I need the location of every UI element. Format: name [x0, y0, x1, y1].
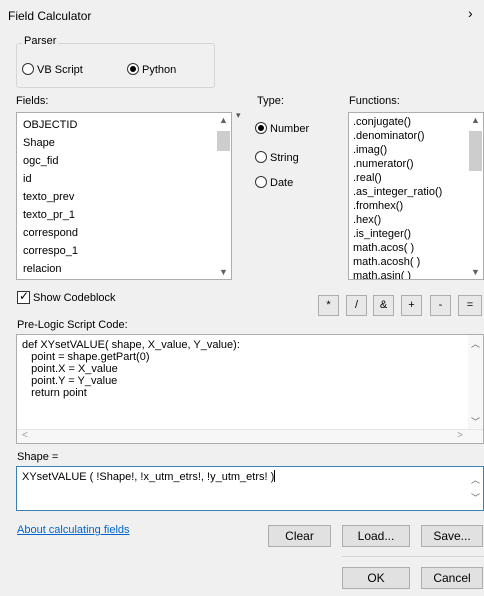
functions-list[interactable]: .conjugate() .denominator() .imag() .numera…	[348, 112, 484, 280]
code-line: point.X = X_value	[22, 363, 118, 375]
function-item[interactable]: math.acosh( )	[349, 255, 483, 269]
scroll-up-icon[interactable]: ︿	[468, 337, 483, 350]
radio-icon	[255, 151, 267, 163]
about-calculating-fields-link[interactable]: About calculating fields	[17, 524, 130, 536]
scroll-down-icon[interactable]: ﹀	[468, 415, 483, 428]
function-item[interactable]: .numerator()	[349, 157, 483, 171]
code-vscroll[interactable]: ︿ ﹀	[468, 335, 483, 430]
cancel-button[interactable]: Cancel	[421, 567, 483, 589]
checkbox-checked-icon	[17, 289, 30, 304]
function-item[interactable]: .conjugate()	[349, 115, 483, 129]
expression-text: XYsetVALUE ( !Shape!, !x_utm_etrs!, !y_u…	[22, 471, 275, 483]
field-item[interactable]: OBJECTID	[17, 116, 231, 134]
functions-scrollbar[interactable]: ▲ ▼	[468, 113, 483, 279]
code-line: point.Y = Y_value	[22, 375, 118, 387]
type-number-label: Number	[270, 123, 310, 135]
function-item[interactable]: .as_integer_ratio()	[349, 185, 483, 199]
field-item[interactable]: texto_pr_1	[17, 206, 231, 224]
parser-vbscript-radio[interactable]: VB Script	[22, 63, 83, 76]
show-codeblock-label: Show Codeblock	[33, 292, 116, 304]
function-item[interactable]: .denominator()	[349, 129, 483, 143]
scroll-down-icon[interactable]: ﹀	[468, 491, 483, 504]
field-item[interactable]: id	[17, 170, 231, 188]
scroll-left-icon[interactable]: <	[22, 430, 28, 441]
clear-button[interactable]: Clear	[268, 525, 331, 547]
equals-button[interactable]: =	[458, 295, 482, 316]
prelogic-label: Pre-Logic Script Code:	[17, 319, 128, 331]
code-line: point = shape.getPart(0)	[22, 351, 150, 363]
field-item[interactable]: relacion	[17, 260, 231, 278]
function-item[interactable]: math.asin( )	[349, 269, 483, 279]
parser-python-label: Python	[142, 64, 177, 76]
function-item[interactable]: .real()	[349, 171, 483, 185]
parser-python-radio[interactable]: Python	[127, 63, 176, 76]
scroll-thumb[interactable]	[217, 131, 230, 151]
code-hscroll[interactable]: < >	[17, 429, 483, 443]
plus-button[interactable]: +	[401, 295, 422, 316]
type-string-radio[interactable]: String	[255, 151, 299, 164]
type-label: Type:	[257, 95, 284, 107]
ampersand-button[interactable]: &	[373, 295, 394, 316]
field-item[interactable]: texto_prev	[17, 188, 231, 206]
scroll-up-icon[interactable]: ▲	[468, 115, 483, 125]
function-item[interactable]: math.acos( )	[349, 241, 483, 255]
fields-list[interactable]: OBJECTID Shape ogc_fid id texto_prev texto_pr…	[16, 112, 232, 280]
field-item[interactable]: correspo_1	[17, 242, 231, 260]
text-cursor	[274, 470, 276, 482]
scroll-up-icon[interactable]: ▲	[216, 115, 231, 125]
parser-legend: Parser	[22, 35, 59, 47]
fields-label: Fields:	[16, 95, 49, 107]
expression-label: Shape =	[17, 451, 59, 463]
fields-scrollbar[interactable]: ▲ ▼	[216, 113, 231, 279]
scroll-down-icon[interactable]: ▼	[468, 267, 483, 277]
window-title: Field Calculator	[8, 9, 92, 23]
field-item[interactable]: ogc_fid	[17, 152, 231, 170]
function-item[interactable]: .fromhex()	[349, 199, 483, 213]
field-item[interactable]: correspond	[17, 224, 231, 242]
parser-vbscript-label: VB Script	[37, 64, 83, 76]
function-item[interactable]: .imag()	[349, 143, 483, 157]
divide-button[interactable]: /	[346, 295, 367, 316]
list-sort-marker: ▾	[236, 110, 241, 120]
prelogic-textarea[interactable]: def XYsetVALUE( shape, X_value, Y_value)…	[16, 334, 484, 444]
type-number-radio[interactable]: Number	[255, 122, 309, 135]
function-item[interactable]: .hex()	[349, 213, 483, 227]
scroll-right-icon[interactable]: >	[457, 430, 463, 441]
scroll-thumb[interactable]	[469, 131, 482, 171]
radio-selected-icon	[255, 122, 267, 134]
code-line: def XYsetVALUE( shape, X_value, Y_value)…	[22, 339, 240, 351]
save-button[interactable]: Save...	[421, 525, 483, 547]
functions-label: Functions:	[349, 95, 400, 107]
radio-icon	[22, 63, 34, 75]
show-codeblock-checkbox[interactable]: Show Codeblock	[17, 289, 116, 304]
minus-button[interactable]: -	[430, 295, 451, 316]
load-button[interactable]: Load...	[342, 525, 410, 547]
divider	[342, 556, 484, 557]
type-date-radio[interactable]: Date	[255, 176, 293, 189]
function-item[interactable]: .is_integer()	[349, 227, 483, 241]
multiply-button[interactable]: *	[318, 295, 339, 316]
code-line: return point	[22, 387, 87, 399]
field-item[interactable]: Shape	[17, 134, 231, 152]
type-string-label: String	[270, 152, 299, 164]
radio-selected-icon	[127, 63, 139, 75]
expression-vscroll[interactable]: ︿ ﹀	[468, 467, 483, 510]
close-icon[interactable]: ›	[468, 5, 473, 21]
scroll-up-icon[interactable]: ︿	[468, 473, 483, 486]
radio-icon	[255, 176, 267, 188]
expression-textarea[interactable]: XYsetVALUE ( !Shape!, !x_utm_etrs!, !y_u…	[16, 466, 484, 511]
scroll-down-icon[interactable]: ▼	[216, 267, 231, 277]
ok-button[interactable]: OK	[342, 567, 410, 589]
type-date-label: Date	[270, 177, 294, 189]
